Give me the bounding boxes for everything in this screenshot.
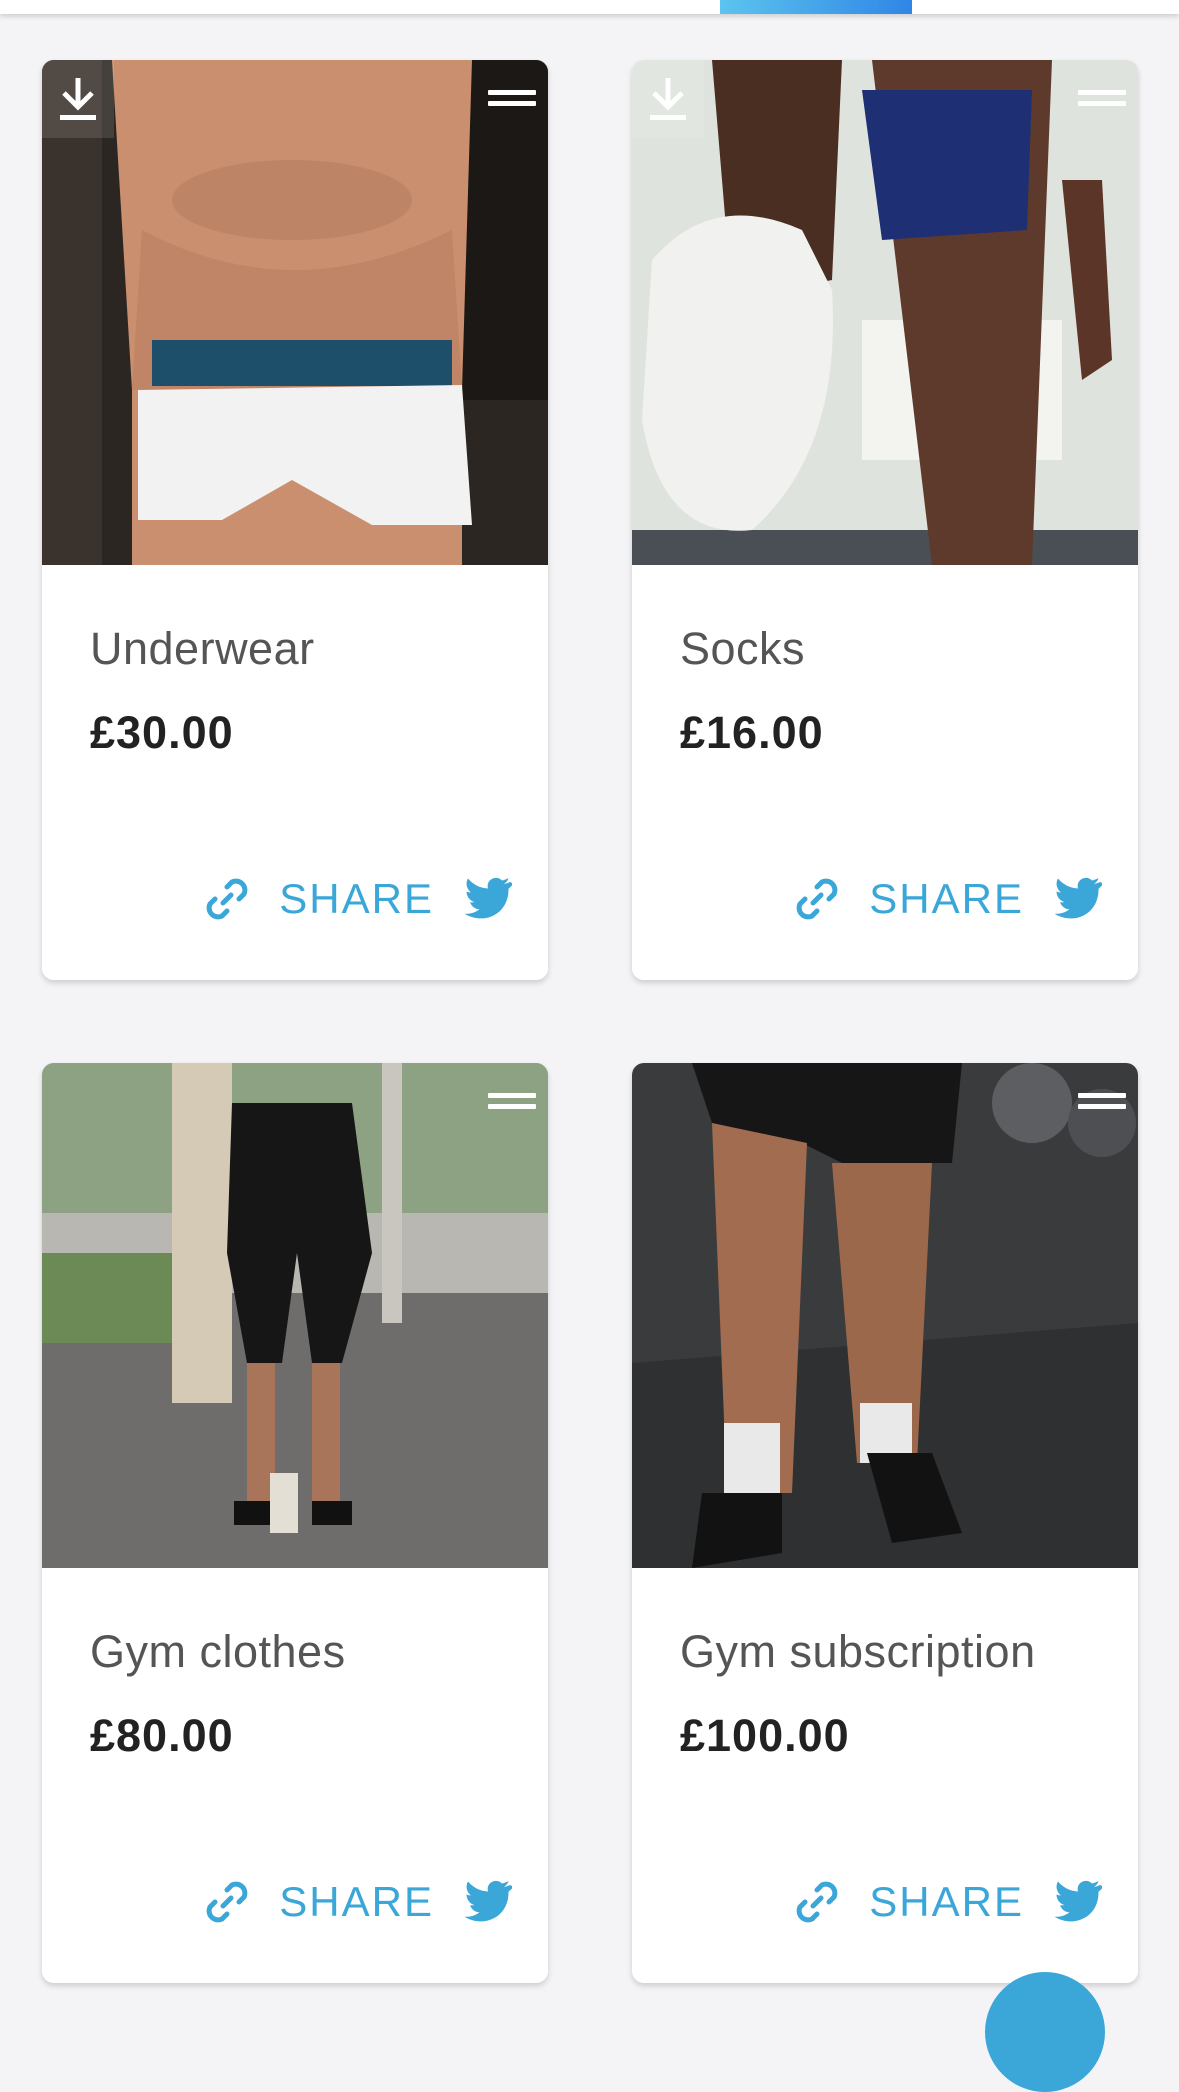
card-actions: SHARE [201, 869, 512, 929]
menu-bar [488, 1104, 536, 1109]
gym-subscription-photo [632, 1063, 1138, 1568]
active-tab-indicator [720, 0, 912, 14]
drag-handle-menu-button[interactable] [1074, 84, 1130, 112]
top-app-bar [0, 0, 1179, 14]
twitter-icon[interactable] [460, 877, 512, 921]
card-actions: SHARE [201, 1872, 512, 1932]
menu-bar [1078, 90, 1126, 95]
product-card[interactable]: Gym subscription £100.00 SHARE [632, 1063, 1138, 1983]
drag-handle-menu-button[interactable] [1074, 1087, 1130, 1115]
card-actions: SHARE [791, 1872, 1102, 1932]
menu-bar [488, 90, 536, 95]
share-button[interactable]: SHARE [869, 1878, 1024, 1926]
link-icon[interactable] [791, 873, 843, 925]
link-icon[interactable] [201, 1876, 253, 1928]
twitter-icon[interactable] [1050, 1880, 1102, 1924]
twitter-icon[interactable] [460, 1880, 512, 1924]
download-icon [58, 76, 98, 122]
drag-handle-menu-button[interactable] [484, 1087, 540, 1115]
card-body: Socks £16.00 SHARE [632, 565, 1138, 980]
menu-bar [1078, 101, 1126, 106]
product-name: Socks [680, 623, 806, 674]
product-name: Gym subscription [680, 1626, 1036, 1677]
product-card[interactable]: Socks £16.00 SHARE [632, 60, 1138, 980]
product-name: Gym clothes [90, 1626, 346, 1677]
product-photo[interactable] [632, 60, 1138, 565]
card-body: Gym subscription £100.00 SHARE [632, 1568, 1138, 1983]
product-price: £30.00 [90, 707, 234, 758]
menu-bar [488, 101, 536, 106]
menu-bar [488, 1093, 536, 1098]
product-card[interactable]: Gym clothes £80.00 SHARE [42, 1063, 548, 1983]
product-photo[interactable] [42, 60, 548, 565]
card-actions: SHARE [791, 869, 1102, 929]
product-name: Underwear [90, 623, 315, 674]
card-body: Gym clothes £80.00 SHARE [42, 1568, 548, 1983]
download-icon [648, 76, 688, 122]
share-button[interactable]: SHARE [279, 1878, 434, 1926]
product-price: £100.00 [680, 1710, 850, 1761]
gym-clothes-photo [42, 1063, 548, 1568]
menu-bar [1078, 1093, 1126, 1098]
drag-handle-menu-button[interactable] [484, 84, 540, 112]
product-photo[interactable] [632, 1063, 1138, 1568]
product-price: £80.00 [90, 1710, 234, 1761]
link-icon[interactable] [791, 1876, 843, 1928]
share-button[interactable]: SHARE [279, 875, 434, 923]
product-card[interactable]: Underwear £30.00 SHARE [42, 60, 548, 980]
link-icon[interactable] [201, 873, 253, 925]
floating-action-button[interactable] [985, 1972, 1105, 2092]
download-button[interactable] [42, 60, 114, 138]
underwear-photo [42, 60, 548, 565]
twitter-icon[interactable] [1050, 877, 1102, 921]
share-button[interactable]: SHARE [869, 875, 1024, 923]
card-body: Underwear £30.00 SHARE [42, 565, 548, 980]
socks-photo [632, 60, 1138, 565]
menu-bar [1078, 1104, 1126, 1109]
product-photo[interactable] [42, 1063, 548, 1568]
download-button[interactable] [632, 60, 704, 138]
product-price: £16.00 [680, 707, 824, 758]
